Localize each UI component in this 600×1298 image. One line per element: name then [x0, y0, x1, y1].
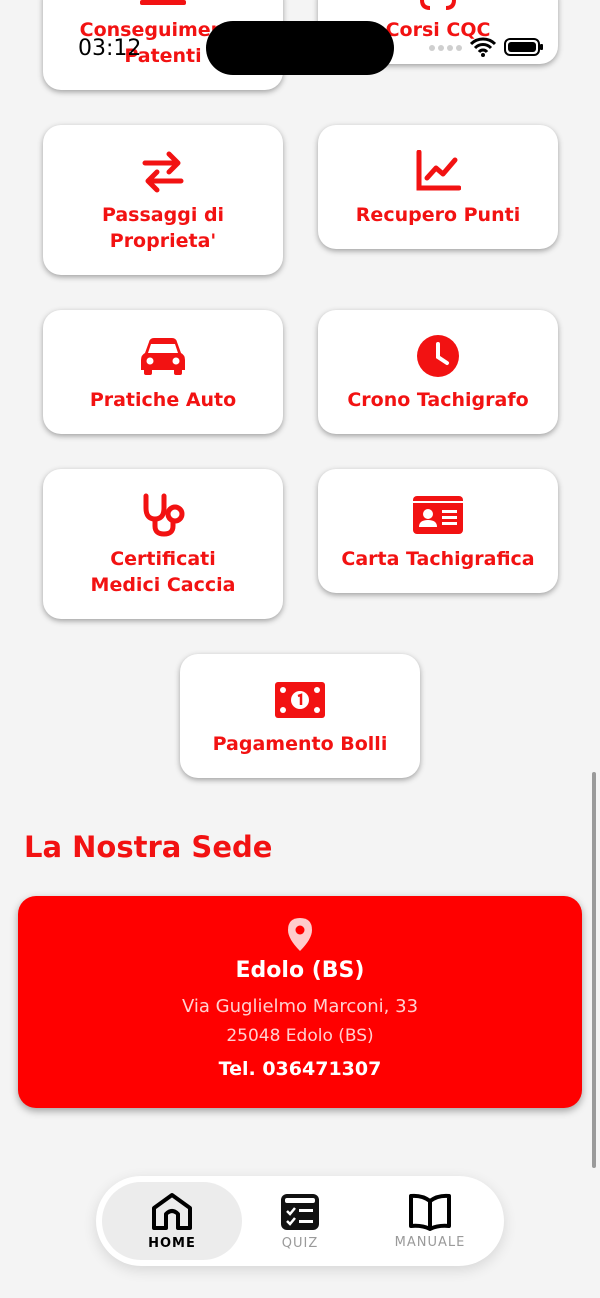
service-card-crono[interactable]: Crono Tachigrafo [318, 310, 558, 434]
stethoscope-icon [138, 490, 188, 540]
sede-phone[interactable]: Tel. 036471307 [18, 1058, 582, 1080]
service-label: Crono Tachigrafo [347, 389, 529, 411]
sede-city: Edolo (BS) [235, 958, 365, 983]
sede-address-line1: Via Guglielmo Marconi, 33 [181, 996, 419, 1017]
nav-manuale[interactable]: MANUALE [380, 1182, 480, 1260]
car-icon [138, 331, 188, 381]
money-bill-icon [275, 675, 325, 725]
location-pin-icon [288, 918, 312, 951]
status-icons [428, 37, 544, 57]
nav-home[interactable]: HOME [102, 1182, 242, 1260]
quiz-icon [281, 1193, 319, 1230]
service-label: Pagamento Bolli [212, 733, 388, 755]
nav-label-quiz: QUIZ [281, 1235, 319, 1251]
swap-arrows-icon [138, 146, 188, 196]
status-time: 03:12 [78, 36, 142, 61]
service-label: Certificati Medici Caccia [90, 548, 236, 596]
service-label: Pratiche Auto [89, 389, 237, 411]
home-icon [152, 1192, 192, 1230]
signal-icon [429, 45, 462, 51]
dynamic-island [206, 21, 394, 75]
service-card-recupero[interactable]: Recupero Punti [318, 125, 558, 249]
sede-card[interactable]: Edolo (BS) Via Guglielmo Marconi, 33 250… [18, 896, 582, 1108]
service-label: Passaggi di Proprieta' [101, 204, 225, 252]
nav-label-home: HOME [148, 1235, 196, 1251]
clock-icon [413, 331, 463, 381]
nav-label-manuale: MANUALE [394, 1234, 466, 1250]
id-card-icon [413, 490, 463, 540]
nav-quiz[interactable]: QUIZ [250, 1182, 350, 1260]
service-card-carta[interactable]: Carta Tachigrafica [318, 469, 558, 593]
service-label: Recupero Punti [355, 204, 521, 226]
service-card-pratiche[interactable]: Pratiche Auto [43, 310, 283, 434]
battery-icon [504, 38, 543, 56]
scrollbar[interactable] [592, 772, 596, 1168]
wifi-icon [470, 37, 496, 57]
service-card-certificati[interactable]: Certificati Medici Caccia [43, 469, 283, 619]
service-label: Carta Tachigrafica [341, 548, 535, 570]
service-card-passaggi[interactable]: Passaggi di Proprieta' [43, 125, 283, 275]
top-card-icon [420, 0, 456, 10]
sede-address-line2: 25048 Edolo (BS) [226, 1026, 374, 1046]
top-card-icon [140, 0, 186, 5]
service-card-bolli[interactable]: Pagamento Bolli [180, 654, 420, 778]
chart-line-icon [413, 146, 463, 196]
section-title: La Nostra Sede [24, 830, 273, 864]
book-icon [409, 1193, 451, 1231]
